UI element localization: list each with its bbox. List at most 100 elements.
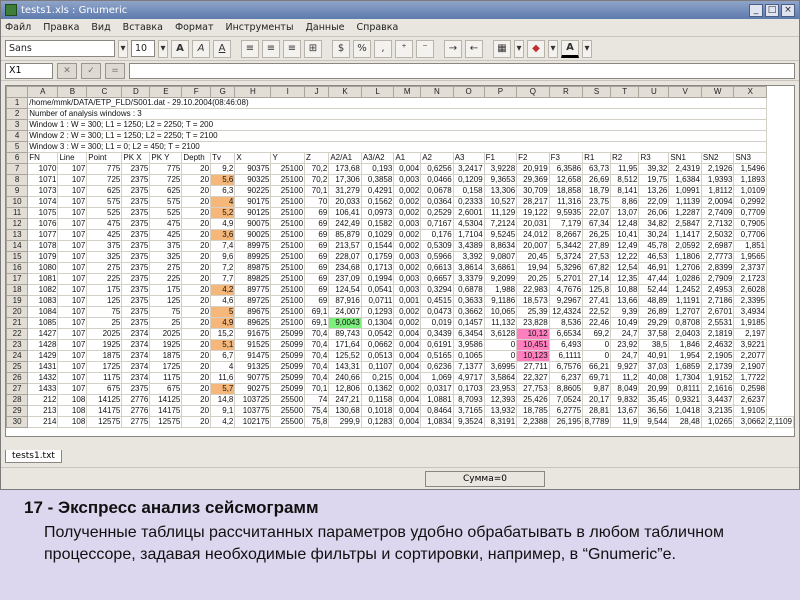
cell[interactable]: 2375 [121,383,151,395]
cell[interactable]: 625 [86,185,123,197]
column-header[interactable]: J [304,86,330,98]
cell[interactable]: 6,3454 [452,328,485,340]
cell[interactable]: 20 [181,185,212,197]
cell[interactable]: 22,327 [516,372,550,384]
cell[interactable]: 1,0265 [700,416,735,428]
cell[interactable]: 75,4 [304,405,330,417]
cell[interactable]: 75 [86,306,123,318]
cell[interactable]: 5,2 [210,207,236,219]
cell[interactable]: 1,9565 [733,251,768,263]
cell[interactable]: 25100 [270,185,306,197]
cell[interactable]: 9,2099 [483,273,518,285]
cell[interactable]: 1085 [27,317,59,329]
cell[interactable]: 2,1739 [700,361,735,373]
cell[interactable]: 8,2667 [548,229,584,241]
cell[interactable]: 1,988 [483,284,518,296]
function-icon[interactable]: = [105,62,125,79]
cell[interactable]: 108 [57,394,88,406]
cell[interactable]: 25500 [270,416,306,428]
column-header[interactable]: D [121,86,151,98]
cell[interactable]: 9,1 [210,405,236,417]
cell[interactable]: 0,004 [393,416,422,428]
cell[interactable]: 11,2 [610,372,640,384]
cell[interactable]: 107 [57,383,88,395]
cell[interactable]: 107 [57,306,88,318]
cell[interactable]: 2,1616 [700,383,735,395]
cell[interactable]: 2,7409 [700,207,735,219]
cell[interactable]: 27,41 [582,295,612,307]
cell[interactable]: 12,49 [610,240,640,252]
cell[interactable]: Line [57,152,88,164]
cell[interactable]: 11,9 [610,416,640,428]
cell[interactable]: 34,82 [638,218,670,230]
cell[interactable]: 69,1 [304,317,330,329]
cell[interactable]: 25099 [270,339,306,351]
cell[interactable]: 130,68 [328,405,362,417]
cell[interactable]: 24,012 [516,229,550,241]
cell[interactable]: 0,002 [393,207,422,219]
cell[interactable]: 40,91 [638,350,670,362]
cell[interactable]: 0,002 [393,262,422,274]
cell[interactable]: 0,1994 [360,273,395,285]
cell[interactable]: 107 [57,207,88,219]
cell[interactable]: 20,99 [638,383,670,395]
cell[interactable]: 3,2417 [452,163,485,175]
column-header[interactable]: V [668,86,702,98]
cell[interactable]: 19,122 [516,207,550,219]
cell[interactable]: 11,129 [483,207,518,219]
row-header[interactable]: 13 [6,229,29,241]
cell[interactable]: 28,217 [516,196,550,208]
cell[interactable]: 1074 [27,196,59,208]
cell[interactable]: 107 [57,240,88,252]
cell[interactable]: 2775 [121,416,151,428]
cell[interactable]: 0,4515 [420,295,454,307]
cell[interactable]: 1080 [27,262,59,274]
cell[interactable]: 247,21 [328,394,362,406]
cell[interactable]: A1 [393,152,422,164]
column-header[interactable]: L [360,86,395,98]
cell[interactable]: 8,8605 [548,383,584,395]
cell[interactable]: 7,0524 [548,394,584,406]
cell[interactable]: 35,45 [638,394,670,406]
row-header[interactable]: 28 [6,394,29,406]
cell[interactable]: 2,3395 [733,295,768,307]
cell[interactable]: 143,31 [328,361,362,373]
cell[interactable]: 1175 [86,372,123,384]
cell[interactable]: 2,7132 [700,218,735,230]
cell[interactable]: 74 [304,394,330,406]
cell[interactable]: 0,004 [393,163,422,175]
cell[interactable]: 89625 [234,317,272,329]
cell[interactable]: 25 [149,317,183,329]
cell[interactable]: 20 [181,218,212,230]
cell[interactable]: 2,5531 [700,317,735,329]
cell[interactable]: 2375 [121,218,151,230]
column-header[interactable]: H [234,86,272,98]
cell[interactable]: 69,71 [582,372,612,384]
chevron-down-icon[interactable]: ▾ [158,39,168,58]
cell[interactable]: 67,34 [582,218,612,230]
column-header[interactable]: M [393,86,422,98]
cell[interactable]: 10,065 [483,306,518,318]
cell[interactable]: 70,2 [304,174,330,186]
row-header[interactable]: 20 [6,306,29,318]
cell[interactable]: F2 [516,152,550,164]
cell[interactable]: 24,007 [328,306,362,318]
cell[interactable]: 11,132 [483,317,518,329]
cell[interactable]: 52,44 [638,284,670,296]
cell[interactable]: Window 2 : W = 300; L1 = 1250; L2 = 2250… [27,130,768,142]
cell[interactable]: 0,1293 [360,306,395,318]
cell[interactable]: 0,1362 [360,383,395,395]
row-header[interactable]: 22 [6,328,29,340]
currency-icon[interactable]: $ [332,39,350,58]
cell[interactable]: 89925 [234,251,272,263]
cell[interactable]: 0,8708 [668,317,702,329]
cell[interactable]: 0,0473 [420,306,454,318]
cell[interactable]: 29,369 [516,174,550,186]
cell[interactable]: 25100 [270,306,306,318]
cell[interactable]: 6,6534 [548,328,584,340]
column-header[interactable]: O [452,86,485,98]
cell[interactable]: 3,6861 [483,262,518,274]
cell[interactable]: 0,003 [393,218,422,230]
cell[interactable]: 1,9105 [733,405,768,417]
cell[interactable]: 70,4 [304,328,330,340]
